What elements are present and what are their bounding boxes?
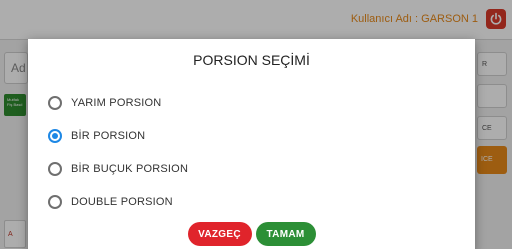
option-double-portion[interactable]: DOUBLE PORSION [48, 185, 188, 218]
dialog-title: PORSION SEÇİMİ [193, 52, 310, 68]
dialog-actions: VAZGEÇ TAMAM [28, 222, 475, 246]
radio-button[interactable] [48, 161, 62, 176]
option-half-portion[interactable]: YARIM PORSION [48, 86, 188, 119]
portion-selection-dialog: PORSION SEÇİMİ YARIM PORSION BİR PORSION… [28, 39, 475, 249]
option-label: BİR BUÇUK PORSION [71, 162, 189, 175]
option-one-and-half-portion[interactable]: BİR BUÇUK PORSION [48, 152, 188, 185]
cancel-button[interactable]: VAZGEÇ [187, 222, 252, 246]
portion-options: YARIM PORSION BİR PORSION BİR BUÇUK PORS… [48, 86, 188, 218]
radio-button-selected[interactable] [48, 128, 62, 143]
radio-button[interactable] [48, 95, 62, 110]
ok-button[interactable]: TAMAM [255, 222, 316, 246]
option-label: BİR PORSION [71, 129, 146, 142]
option-label: DOUBLE PORSION [71, 195, 173, 208]
option-label: YARIM PORSION [71, 96, 162, 109]
option-one-portion[interactable]: BİR PORSION [48, 119, 188, 152]
radio-button[interactable] [48, 194, 62, 209]
